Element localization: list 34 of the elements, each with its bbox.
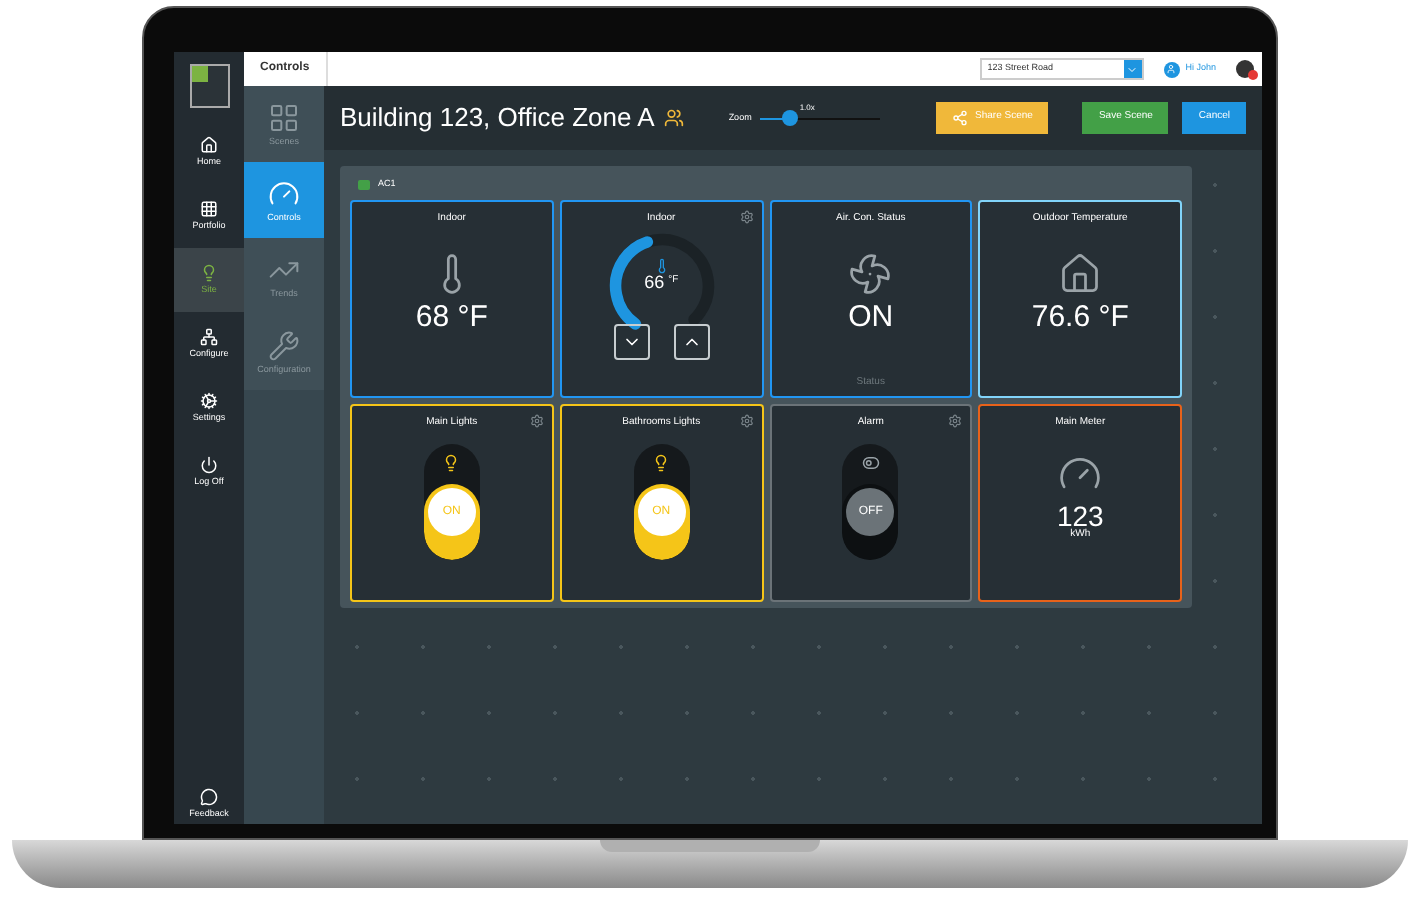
status-value: ON: [848, 302, 894, 332]
lightbulb-icon: [442, 454, 461, 472]
avatar-icon[interactable]: [1236, 60, 1254, 78]
logo-icon: [189, 64, 229, 108]
share-icon: [951, 110, 968, 126]
chat-icon: [200, 787, 218, 805]
power-icon: [200, 456, 218, 475]
wrench-icon: [268, 329, 300, 362]
settings-icon: [200, 392, 218, 411]
lightbulb-icon: [200, 264, 218, 283]
grid-icon: [268, 101, 300, 134]
settings-icon[interactable]: [739, 210, 753, 224]
increase-button[interactable]: [673, 324, 710, 360]
settings-icon[interactable]: [739, 414, 753, 428]
decrease-button[interactable]: [613, 324, 650, 360]
house-icon: [1058, 252, 1103, 296]
gauge-icon: [268, 177, 300, 210]
temperature-value: 68 °F: [415, 302, 488, 332]
fan-icon: [848, 252, 893, 296]
settings-icon[interactable]: [948, 414, 963, 428]
setpoint-value: 66: [644, 274, 665, 292]
toggle-icon: [861, 454, 880, 472]
grid-icon: [200, 200, 218, 219]
lightbulb-icon: [652, 454, 671, 472]
thermometer-icon: [653, 258, 670, 274]
temperature-value: 76.6 °F: [1031, 302, 1129, 332]
home-icon: [200, 136, 218, 155]
group-icon[interactable]: [664, 108, 685, 128]
chevron-down-icon: [1126, 63, 1139, 75]
meter-value: 123: [1056, 502, 1104, 530]
network-icon: [200, 328, 218, 347]
settings-icon[interactable]: [529, 414, 544, 428]
user-icon: [1163, 61, 1180, 77]
page-title: Building 123, Office Zone A: [340, 100, 655, 137]
